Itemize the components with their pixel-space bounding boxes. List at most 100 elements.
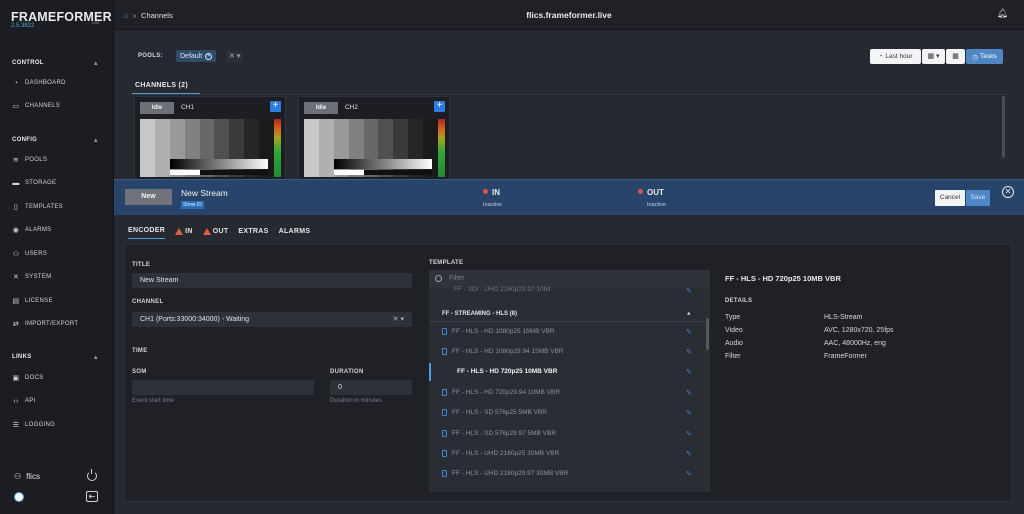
tasks-button[interactable]: ◷ Tasks bbox=[966, 49, 1003, 64]
template-list: Filter FF - SDI - UHD 2160p29.97 10bit ✎… bbox=[429, 270, 710, 492]
time-label: TIME bbox=[132, 348, 148, 354]
detail-value: HLS-Stream bbox=[824, 314, 863, 321]
channel-card-ch1[interactable]: Idle CH1 + bbox=[134, 96, 286, 180]
channels-header[interactable]: CHANNELS (2) bbox=[135, 82, 188, 89]
status-dot-icon bbox=[483, 189, 488, 194]
som-hint: Event start time bbox=[132, 398, 174, 404]
theme-toggle[interactable] bbox=[14, 492, 24, 502]
details-title: FF - HLS - HD 720p25 10MB VBR bbox=[725, 274, 841, 283]
edit-icon[interactable]: ✎ bbox=[686, 389, 692, 397]
sidebar-item-users[interactable]: ⚇ USERS bbox=[12, 250, 47, 258]
sidebar-item-api[interactable]: ‹› API bbox=[12, 397, 36, 405]
tab-extras[interactable]: EXTRAS bbox=[238, 227, 268, 239]
title-input[interactable]: New Stream bbox=[132, 273, 412, 288]
template-item[interactable]: FF - HLS - SD 576p25 5MB VBR bbox=[442, 409, 547, 416]
list-item[interactable]: FF - SDI - UHD 2160p29.97 10bit bbox=[454, 286, 550, 293]
template-item[interactable]: FF - HLS - HD 1080p25 15MB VBR bbox=[442, 328, 555, 335]
in-indicator: IN bbox=[483, 188, 500, 197]
detail-value: AVC, 1280x720, 25fps bbox=[824, 327, 894, 334]
edit-icon[interactable]: ✎ bbox=[686, 430, 692, 438]
som-input[interactable] bbox=[132, 380, 314, 395]
template-item-selected[interactable]: FF - HLS - HD 720p25 10MB VBR bbox=[457, 368, 557, 375]
tab-encoder[interactable]: ENCODER bbox=[128, 227, 166, 239]
show-id-button[interactable]: Show ID bbox=[181, 201, 204, 209]
users-icon: ⚇ bbox=[12, 251, 20, 258]
sidebar-item-dashboard[interactable]: ◔ DASHBOARD bbox=[12, 79, 66, 87]
template-label: TEMPLATE bbox=[429, 260, 464, 266]
edit-icon[interactable]: ✎ bbox=[686, 409, 692, 417]
bell-icon[interactable]: 🔔︎ bbox=[997, 8, 1008, 19]
chevron-up-icon: ▴ bbox=[94, 137, 98, 144]
grid-view-button[interactable]: ▦ ▾ bbox=[922, 49, 945, 64]
sidebar-item-import-export[interactable]: ⇄ IMPORT/EXPORT bbox=[12, 320, 78, 328]
template-item[interactable]: FF - HLS - HD 720p29.94 10MB VBR bbox=[442, 389, 560, 396]
edit-icon[interactable]: ✎ bbox=[686, 328, 692, 336]
channel-label: CHANNEL bbox=[132, 299, 164, 305]
edit-icon[interactable]: ✎ bbox=[686, 470, 692, 478]
template-group[interactable]: FF - STREAMING - HLS (8) bbox=[442, 311, 517, 317]
audio-level-meter bbox=[438, 119, 445, 177]
save-button[interactable]: Save bbox=[966, 190, 990, 206]
cancel-button[interactable]: Cancel bbox=[935, 190, 965, 206]
collapse-sidebar-icon[interactable]: ⇤ bbox=[86, 491, 98, 502]
edit-icon[interactable]: ✎ bbox=[686, 287, 692, 295]
duration-input[interactable]: 0 bbox=[330, 380, 412, 395]
sidebar-item-docs[interactable]: ▣ DOCS bbox=[12, 374, 44, 382]
edit-icon[interactable]: ✎ bbox=[686, 450, 692, 458]
close-icon[interactable]: ✕ bbox=[1002, 186, 1014, 198]
file-icon bbox=[442, 348, 447, 355]
file-icon bbox=[442, 470, 447, 477]
warning-icon bbox=[175, 227, 184, 235]
stream-title: New Stream bbox=[181, 188, 228, 198]
tab-alarms[interactable]: ALARMS bbox=[279, 227, 311, 239]
remove-pool-icon[interactable]: ✕ bbox=[205, 52, 213, 60]
warning-icon bbox=[202, 227, 211, 235]
pool-tag[interactable]: Default ✕ bbox=[176, 50, 217, 62]
clock-icon: ◷ bbox=[972, 53, 979, 61]
sidebar: FRAMEFORMER LIVE 2.5.3822 CONTROL ▴ ◔ DASH… bbox=[0, 0, 125, 514]
sidebar-item-templates[interactable]: ▯ TEMPLATES bbox=[12, 203, 63, 211]
title-label: TITLE bbox=[132, 262, 151, 268]
chevron-up-icon[interactable]: ▴ bbox=[687, 309, 691, 317]
edit-icon[interactable]: ✎ bbox=[686, 348, 692, 356]
docs-icon: ▣ bbox=[12, 375, 20, 382]
channel-card-ch2[interactable]: Idle CH2 + bbox=[298, 96, 450, 180]
tab-out[interactable]: OUT bbox=[202, 227, 229, 239]
sidebar-item-license[interactable]: ▤ LICENSE bbox=[12, 297, 53, 305]
scrollbar[interactable] bbox=[1002, 96, 1005, 158]
detail-key: Filter bbox=[725, 353, 741, 360]
sidebar-item-logging[interactable]: ☰ LOGGING bbox=[12, 421, 55, 429]
sidebar-item-storage[interactable]: ▬ STORAGE bbox=[12, 179, 56, 187]
pool-select-controls[interactable]: ✕ ▾ bbox=[226, 51, 244, 62]
app-version: 2.5.3822 bbox=[11, 23, 35, 29]
sidebar-item-alarms[interactable]: ◉ ALARMS bbox=[12, 226, 51, 234]
detail-value: AAC, 48000Hz, eng bbox=[824, 340, 886, 347]
template-scrollbar[interactable] bbox=[706, 318, 709, 350]
tab-in[interactable]: IN bbox=[175, 227, 193, 239]
app-logo: FRAMEFORMER bbox=[11, 10, 125, 24]
sidebar-item-system[interactable]: ✕ SYSTEM bbox=[12, 273, 51, 281]
section-control[interactable]: CONTROL ▴ bbox=[12, 60, 98, 67]
sidebar-item-pools[interactable]: ≋ POOLS bbox=[12, 156, 47, 164]
status-badge: Idle bbox=[140, 102, 174, 114]
stream-header: New New Stream Show ID IN Inactive OUT I… bbox=[114, 179, 1024, 215]
template-item[interactable]: FF - HLS - HD 1080p29.94 15MB VBR bbox=[442, 348, 564, 355]
template-item[interactable]: FF - HLS - SD 576p29.97 5MB VBR bbox=[442, 430, 556, 437]
section-links[interactable]: LINKS ▴ bbox=[12, 354, 98, 361]
detail-value: FrameFormer bbox=[824, 353, 867, 360]
section-config[interactable]: CONFIG ▴ bbox=[12, 137, 98, 144]
template-item[interactable]: FF - HLS - UHD 2160p29.97 30MB VBR bbox=[442, 470, 568, 477]
bell-icon: ◔ bbox=[878, 53, 883, 60]
channel-select[interactable]: CH1 (Ports:33000:34000) - Waiting ✕ ▾ bbox=[132, 312, 412, 327]
add-icon[interactable]: + bbox=[270, 101, 281, 112]
user-menu[interactable]: ⚇ flics bbox=[14, 472, 40, 481]
user-icon: ⚇ bbox=[14, 472, 22, 481]
sidebar-item-channels[interactable]: ▭ CHANNELS bbox=[12, 102, 60, 110]
last-hour-button[interactable]: ◔ Last hour bbox=[870, 49, 921, 64]
top-bar: ⌂ › Channels flics.frameformer.live 🔔︎ bbox=[114, 0, 1024, 30]
add-icon[interactable]: + bbox=[434, 101, 445, 112]
power-icon[interactable] bbox=[87, 469, 97, 481]
edit-icon[interactable]: ✎ bbox=[686, 368, 692, 376]
calendar-button[interactable]: ▦ bbox=[946, 49, 965, 64]
template-item[interactable]: FF - HLS - UHD 2160p25 30MB VBR bbox=[442, 450, 559, 457]
